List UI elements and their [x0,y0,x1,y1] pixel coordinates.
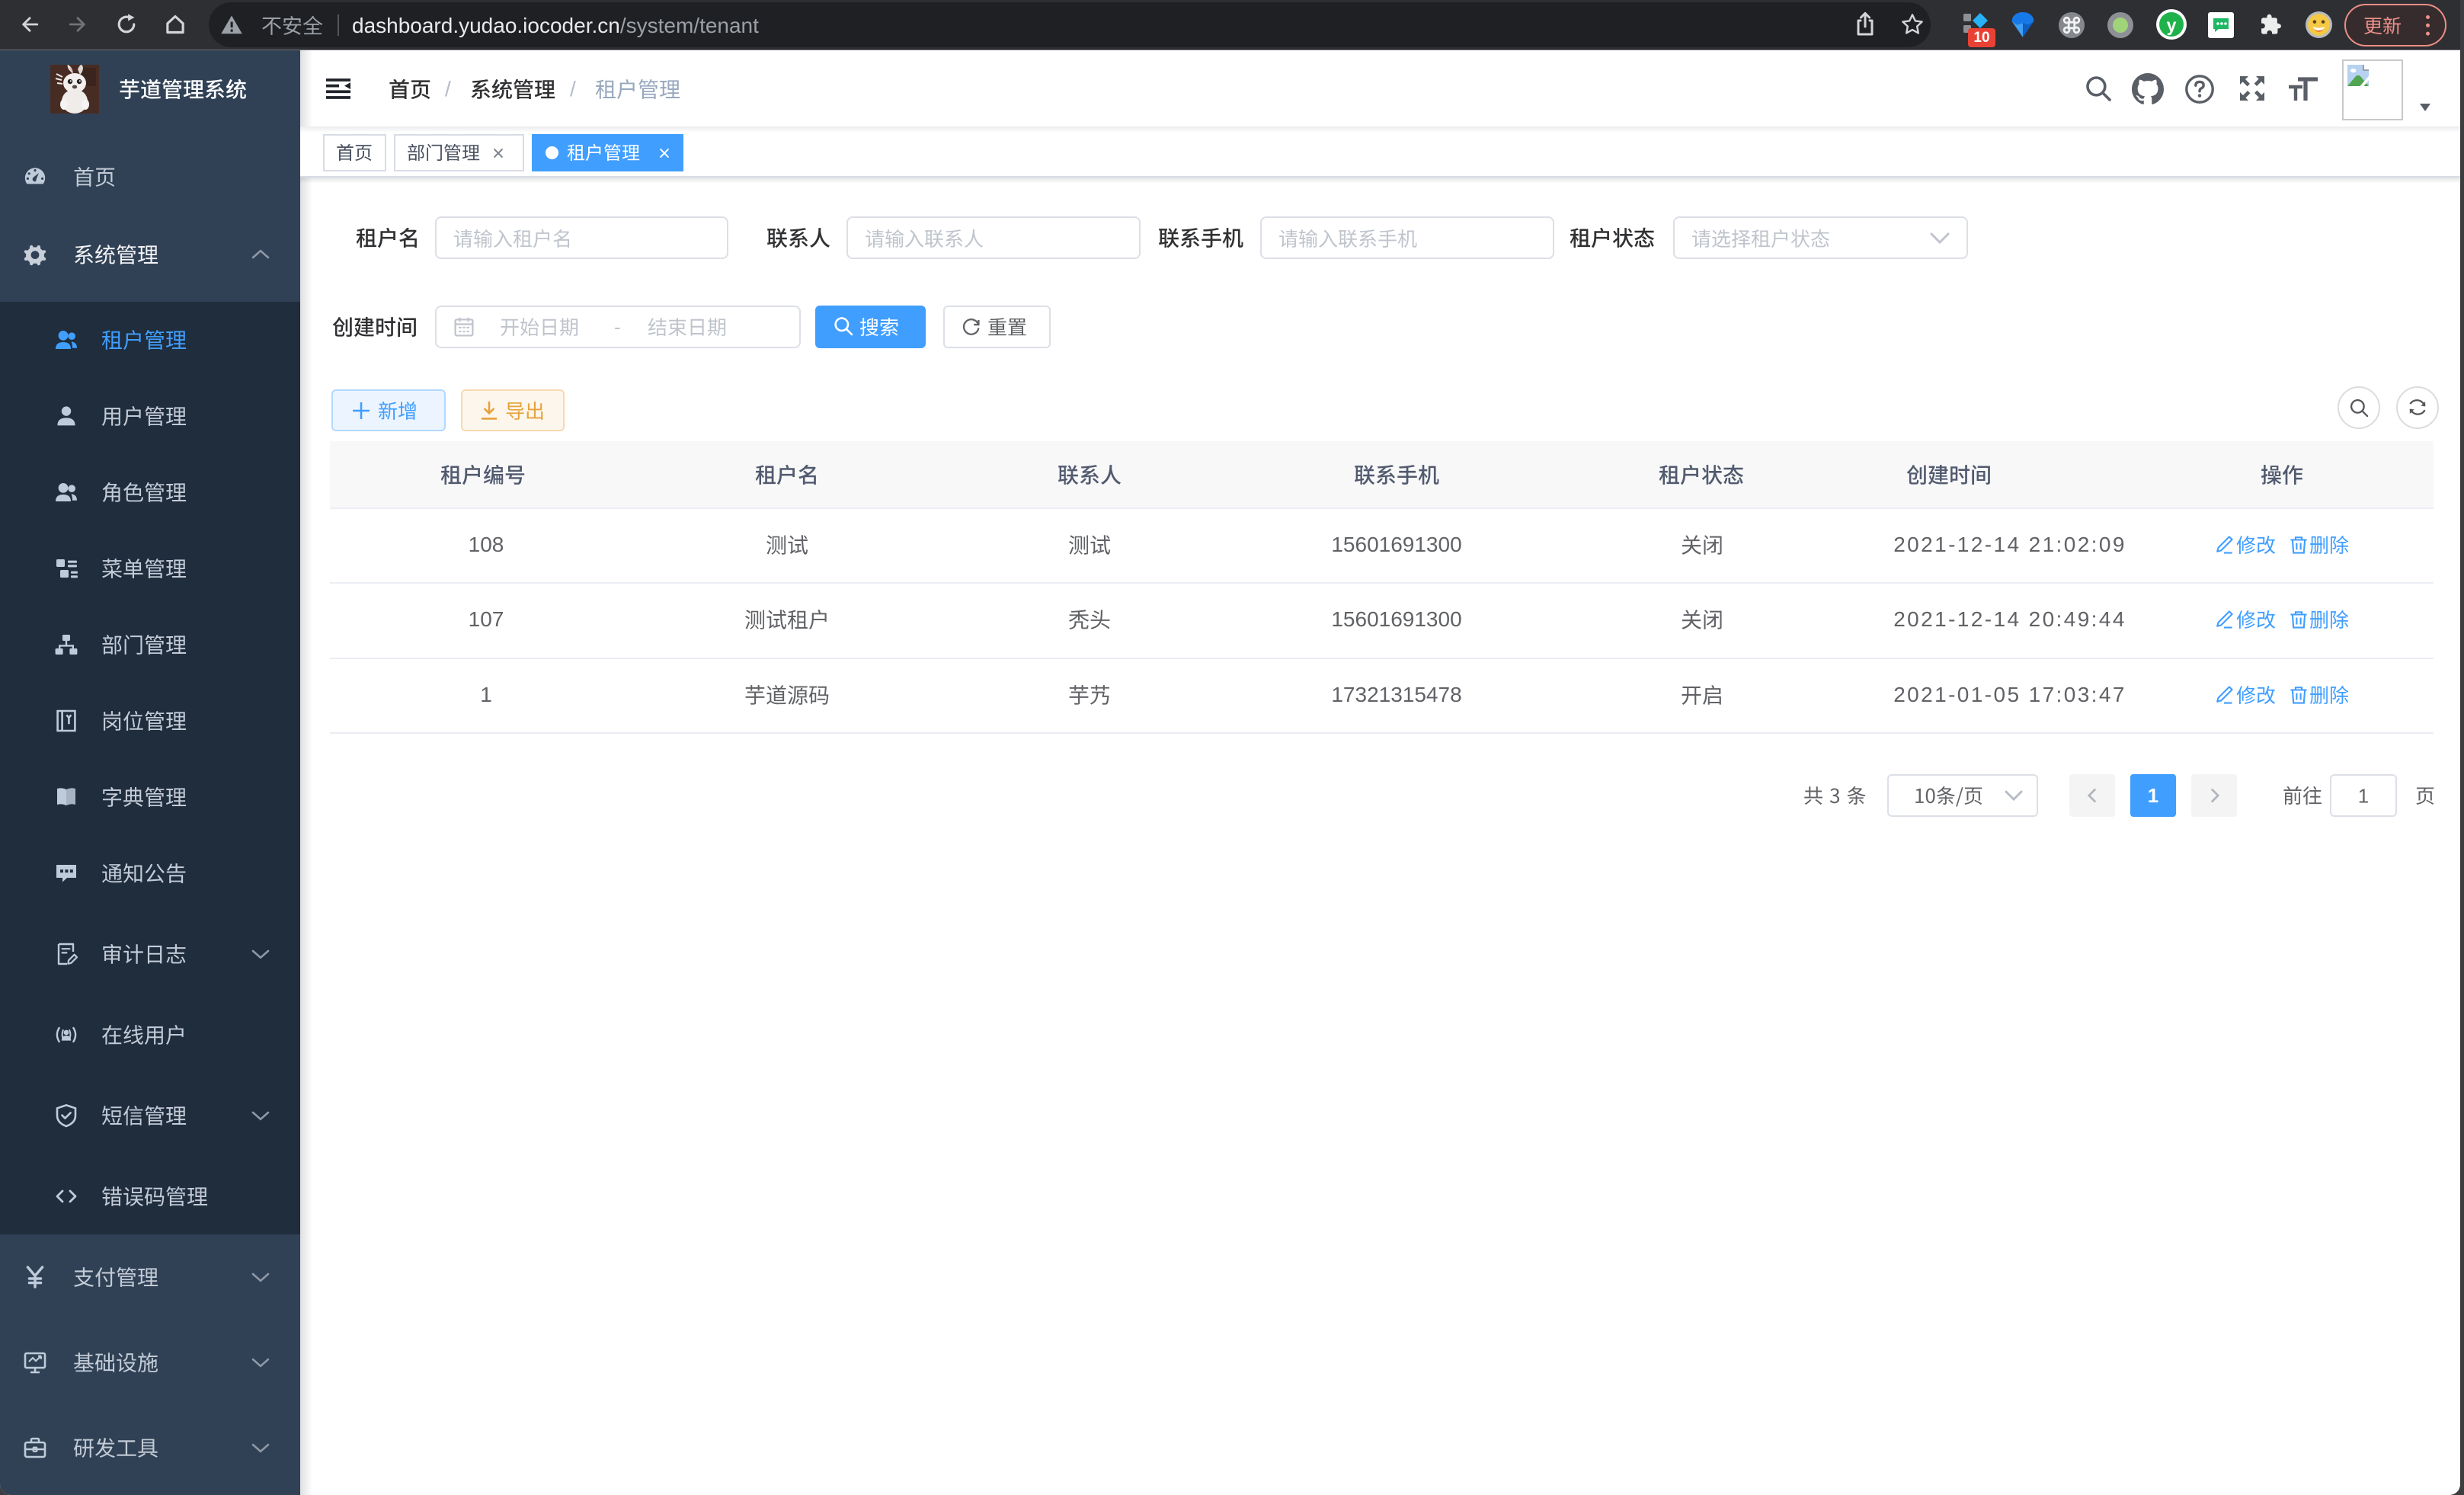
svg-text:y: y [2167,15,2177,35]
